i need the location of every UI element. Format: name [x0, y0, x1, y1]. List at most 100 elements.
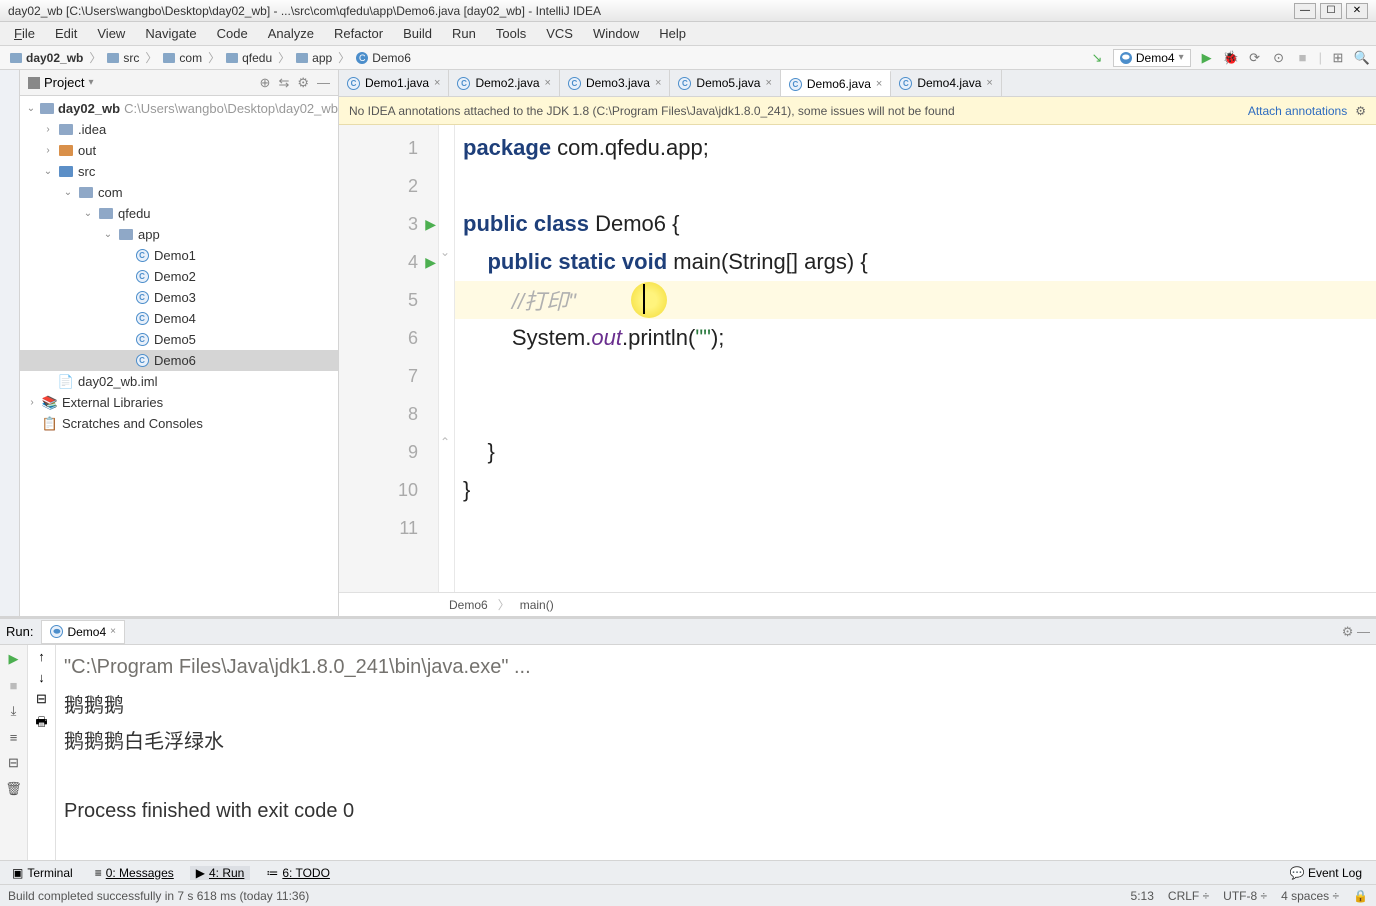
menu-view[interactable]: View [87, 26, 135, 41]
tab-demo5[interactable]: CDemo5.java× [670, 70, 780, 96]
run-tab[interactable]: ⬬Demo4× [41, 620, 125, 644]
layout-icon[interactable]: ≡ [4, 727, 24, 747]
menu-run[interactable]: Run [442, 26, 486, 41]
project-panel-title[interactable]: Project ▾ [28, 75, 94, 90]
indent[interactable]: 4 spaces ÷ [1281, 889, 1339, 903]
crumb-com[interactable]: com [179, 51, 202, 65]
code-area[interactable]: 1 2 3▶ 4▶ 5 6 7 8 9 10 11 ⌄ ⌃ package co… [339, 125, 1376, 592]
tab-demo2[interactable]: CDemo2.java× [449, 70, 559, 96]
wrap-icon[interactable]: ⊟ [36, 691, 47, 707]
down-icon[interactable]: ↓ [38, 670, 45, 685]
structure-icon[interactable]: ⊞ [1330, 50, 1346, 66]
tree-demo4[interactable]: CDemo4 [20, 308, 338, 329]
attach-annotations-link[interactable]: Attach annotations [1248, 104, 1347, 118]
close-icon[interactable]: × [876, 78, 882, 90]
menu-vcs[interactable]: VCS [536, 26, 583, 41]
stop-icon[interactable]: ■ [1295, 50, 1311, 66]
close-icon[interactable]: × [110, 626, 116, 637]
expand-icon[interactable]: ⇆ [278, 75, 289, 91]
menu-help[interactable]: Help [649, 26, 696, 41]
back-icon[interactable]: ↘ [1089, 50, 1105, 66]
tab-demo3[interactable]: CDemo3.java× [560, 70, 670, 96]
pin-icon[interactable]: ⊟ [4, 753, 24, 773]
gear-icon[interactable]: ⚙ [1355, 104, 1366, 118]
tree-ext-lib[interactable]: ›📚External Libraries [20, 392, 338, 413]
breadcrumb[interactable]: day02_wb 〉 src 〉 com 〉 qfedu 〉 app 〉 C D… [6, 49, 415, 66]
maximize-button[interactable]: ☐ [1320, 3, 1342, 19]
tab-demo6[interactable]: CDemo6.java× [781, 70, 891, 96]
bc-class[interactable]: Demo6 [449, 598, 488, 612]
menu-tools[interactable]: Tools [486, 26, 536, 41]
rerun-icon[interactable]: ▶ [4, 649, 24, 669]
menu-analyze[interactable]: Analyze [258, 26, 324, 41]
close-button[interactable]: ✕ [1346, 3, 1368, 19]
fold-column[interactable]: ⌄ ⌃ [439, 125, 455, 592]
line-ending[interactable]: CRLF ÷ [1168, 889, 1209, 903]
tab-demo1[interactable]: CDemo1.java× [339, 70, 449, 96]
up-icon[interactable]: ↑ [38, 649, 45, 664]
tree-out[interactable]: ›out [20, 140, 338, 161]
close-icon[interactable]: × [986, 77, 992, 89]
hide-icon[interactable]: — [317, 75, 330, 91]
tree-com[interactable]: ⌄com [20, 182, 338, 203]
project-tree[interactable]: ⌄ day02_wbC:\Users\wangbo\Desktop\day02_… [20, 96, 338, 616]
run-gutter-icon[interactable]: ▶ [425, 216, 436, 233]
editor-text[interactable]: package com.qfedu.app; public class Demo… [455, 125, 1376, 592]
event-log-tab[interactable]: 💬 Event Log [1290, 866, 1370, 880]
run-tab-button[interactable]: ▶ 4: Run [190, 866, 251, 880]
terminal-tab[interactable]: ▣ Terminal [6, 866, 79, 880]
lock-icon[interactable]: 🔒 [1353, 889, 1368, 903]
menu-build[interactable]: Build [393, 26, 442, 41]
tree-demo2[interactable]: CDemo2 [20, 266, 338, 287]
messages-tab[interactable]: ≡ 0: Messages [89, 866, 180, 880]
menu-navigate[interactable]: Navigate [135, 26, 206, 41]
crumb-app[interactable]: app [312, 51, 332, 65]
menu-file[interactable]: File [4, 26, 45, 41]
tree-qfedu[interactable]: ⌄qfedu [20, 203, 338, 224]
menu-refactor[interactable]: Refactor [324, 26, 393, 41]
tree-root[interactable]: ⌄ day02_wbC:\Users\wangbo\Desktop\day02_… [20, 98, 338, 119]
close-icon[interactable]: × [434, 77, 440, 89]
search-icon[interactable]: 🔍 [1354, 50, 1370, 66]
bc-method[interactable]: main() [520, 598, 554, 612]
todo-tab[interactable]: ≔ 6: TODO [260, 866, 336, 880]
crumb-class[interactable]: Demo6 [372, 51, 411, 65]
exit-icon[interactable]: ⤓ [4, 701, 24, 721]
stop-icon[interactable]: ■ [4, 675, 24, 695]
close-icon[interactable]: × [655, 77, 661, 89]
tree-scratches[interactable]: 📋Scratches and Consoles [20, 413, 338, 434]
target-icon[interactable]: ⊕ [260, 75, 271, 91]
crumb-qfedu[interactable]: qfedu [242, 51, 272, 65]
minimize-button[interactable]: — [1294, 3, 1316, 19]
print-icon[interactable]: 🖶 [35, 713, 47, 735]
debug-icon[interactable]: 🐞 [1223, 50, 1239, 66]
close-icon[interactable]: × [765, 77, 771, 89]
menu-edit[interactable]: Edit [45, 26, 87, 41]
run-gutter-icon[interactable]: ▶ [425, 254, 436, 271]
menu-window[interactable]: Window [583, 26, 649, 41]
gear-icon[interactable]: ⚙ — [1342, 624, 1370, 640]
tree-demo1[interactable]: CDemo1 [20, 245, 338, 266]
tab-demo4[interactable]: CDemo4.java× [891, 70, 1001, 96]
tree-src[interactable]: ⌄src [20, 161, 338, 182]
gutter[interactable]: 1 2 3▶ 4▶ 5 6 7 8 9 10 11 [339, 125, 439, 592]
run-icon[interactable]: ▶ [1199, 50, 1215, 66]
editor-breadcrumb[interactable]: Demo6 〉 main() [339, 592, 1376, 616]
cursor-pos[interactable]: 5:13 [1131, 889, 1154, 903]
coverage-icon[interactable]: ⟳ [1247, 50, 1263, 66]
tree-demo3[interactable]: CDemo3 [20, 287, 338, 308]
tree-demo5[interactable]: CDemo5 [20, 329, 338, 350]
crumb-root[interactable]: day02_wb [26, 51, 83, 65]
menu-code[interactable]: Code [207, 26, 258, 41]
encoding[interactable]: UTF-8 ÷ [1223, 889, 1267, 903]
tree-iml[interactable]: 📄day02_wb.iml [20, 371, 338, 392]
gear-icon[interactable]: ⚙ [297, 75, 309, 91]
tree-app[interactable]: ⌄app [20, 224, 338, 245]
profile-icon[interactable]: ⊙ [1271, 50, 1287, 66]
crumb-src[interactable]: src [123, 51, 139, 65]
tree-idea[interactable]: ›.idea [20, 119, 338, 140]
run-config-selector[interactable]: ⬬ Demo4 ▾ [1113, 49, 1191, 67]
console-output[interactable]: "C:\Program Files\Java\jdk1.8.0_241\bin\… [56, 645, 1376, 860]
tree-demo6[interactable]: CDemo6 [20, 350, 338, 371]
trash-icon[interactable]: 🗑 [4, 779, 24, 799]
